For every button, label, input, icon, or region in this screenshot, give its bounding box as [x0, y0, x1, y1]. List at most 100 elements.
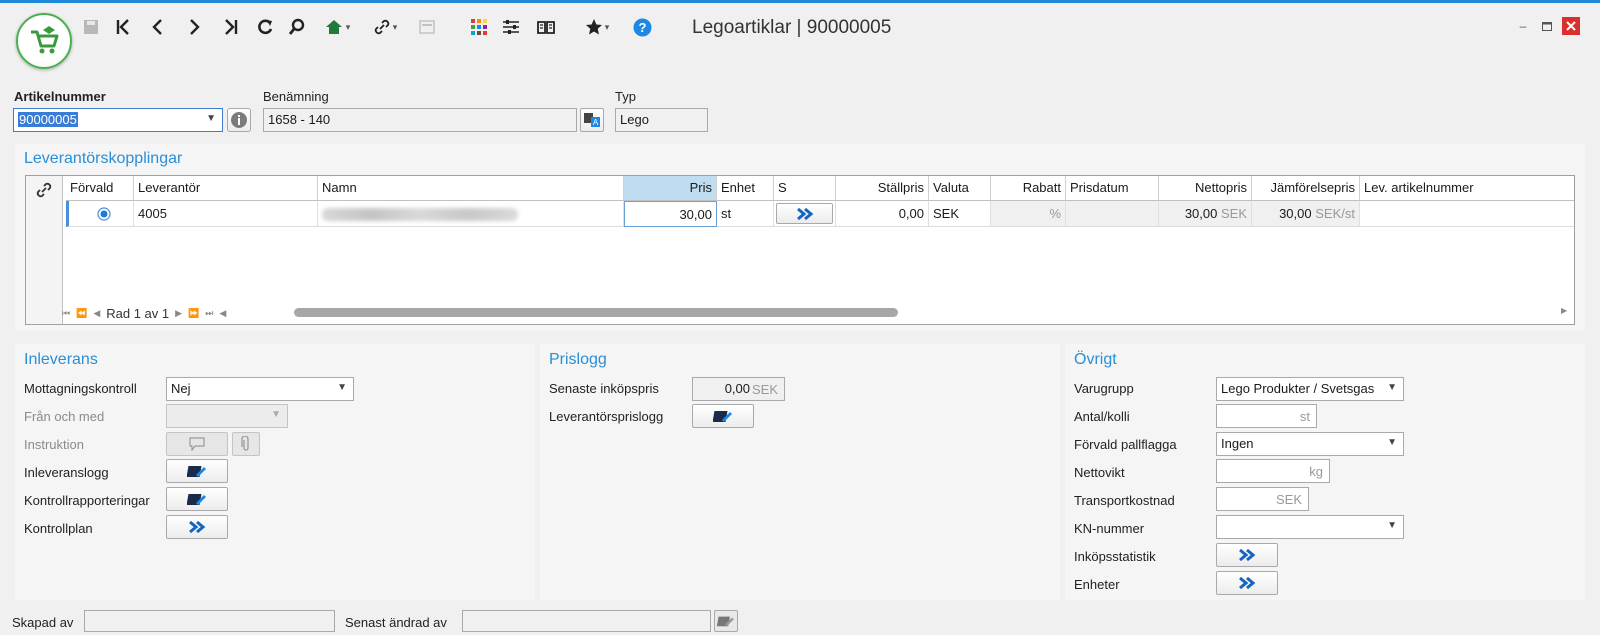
inleverans-title: Inleverans	[24, 351, 98, 368]
details-button[interactable]	[776, 203, 833, 224]
product-group-select[interactable]: Lego Produkter / Svetsgas ▼	[1216, 377, 1404, 401]
pager-last-icon[interactable]: ⏭	[205, 308, 213, 319]
apps-grid-icon[interactable]	[470, 15, 488, 39]
help-icon[interactable]: ?	[632, 15, 652, 39]
col-header-currency[interactable]: Valuta	[929, 176, 991, 201]
col-header-supplier[interactable]: Leverantör	[134, 176, 318, 201]
price-date-cell[interactable]	[1066, 201, 1159, 227]
first-record-icon[interactable]	[114, 15, 132, 39]
col-header-discount[interactable]: Rabatt	[991, 176, 1066, 201]
kn-number-select[interactable]: ▼	[1216, 515, 1404, 539]
col-header-unit[interactable]: Enhet	[717, 176, 774, 201]
net-price-unit: SEK	[1220, 206, 1247, 221]
close-icon[interactable]	[1562, 17, 1580, 35]
supplier-name-cell[interactable]	[318, 201, 624, 227]
translate-button[interactable]: A	[580, 108, 604, 132]
net-price-cell[interactable]: 30,00 SEK	[1159, 201, 1252, 227]
chevron-down-icon[interactable]: ▼	[337, 382, 347, 393]
transport-cost-input[interactable]: SEK	[1216, 487, 1309, 511]
receipt-control-select[interactable]: Nej ▼	[166, 377, 354, 401]
window-title: Legoartiklar | 90000005	[692, 17, 892, 38]
settings-sliders-icon[interactable]	[502, 15, 520, 39]
maximize-icon[interactable]	[1538, 17, 1556, 35]
grid-pager: ⏮ ⏪ ◀ Rad 1 av 1 ▶ ⏩ ⏭ ◀	[62, 303, 226, 323]
type-input[interactable]: Lego	[615, 108, 708, 132]
chevron-down-icon[interactable]: ▼	[1387, 437, 1397, 448]
last-record-icon[interactable]	[222, 15, 240, 39]
book-icon[interactable]	[536, 15, 556, 39]
qty-per-package-input[interactable]: st	[1216, 404, 1317, 428]
delivery-log-label: Inleveranslogg	[24, 465, 109, 480]
unit-cell[interactable]: st	[717, 201, 774, 227]
pallet-flag-select[interactable]: Ingen ▼	[1216, 432, 1404, 456]
link-icon[interactable]: ▾	[368, 15, 402, 39]
modified-by-log-button[interactable]	[714, 610, 738, 632]
receipt-control-label: Mottagningskontroll	[24, 381, 137, 396]
edit-log-icon	[187, 494, 206, 505]
save-icon[interactable]	[82, 15, 100, 39]
col-header-price-date[interactable]: Prisdatum	[1066, 176, 1159, 201]
next-icon[interactable]	[186, 15, 204, 39]
col-header-price[interactable]: Pris	[624, 176, 717, 201]
pallet-flag-label: Förvald pallflagga	[1074, 437, 1177, 452]
net-weight-input[interactable]: kg	[1216, 459, 1330, 483]
radio-selected[interactable]	[97, 207, 111, 221]
previous-icon[interactable]	[148, 15, 166, 39]
col-header-supplier-article-number[interactable]: Lev. artikelnummer	[1360, 176, 1574, 201]
units-button[interactable]	[1216, 571, 1278, 595]
col-header-s[interactable]: S	[774, 176, 836, 201]
refresh-icon[interactable]	[256, 15, 274, 39]
edit-log-icon	[187, 466, 206, 477]
search-icon[interactable]	[288, 15, 306, 39]
horizontal-scrollbar[interactable]	[294, 308, 898, 317]
s-cell[interactable]	[774, 201, 836, 227]
pager-next-icon[interactable]: ▶	[175, 308, 182, 319]
app-logo[interactable]	[16, 13, 72, 69]
units-label: Enheter	[1074, 577, 1120, 592]
link-icon[interactable]	[35, 181, 53, 199]
setup-price-cell[interactable]: 0,00	[836, 201, 929, 227]
chevron-down-icon[interactable]: ▼	[1387, 382, 1397, 393]
qty-per-package-label: Antal/kolli	[1074, 409, 1130, 424]
chevron-down-icon[interactable]: ▼	[1387, 520, 1397, 531]
purchase-stats-button[interactable]	[1216, 543, 1278, 567]
chevron-down-icon[interactable]: ▼	[206, 113, 216, 124]
compare-price-unit: SEK/st	[1315, 206, 1355, 221]
home-icon[interactable]: ▾	[320, 15, 354, 39]
supplier-cell[interactable]: 4005	[134, 201, 318, 227]
pager-first-icon[interactable]: ⏮	[62, 308, 70, 319]
currency-cell[interactable]: SEK	[929, 201, 991, 227]
pager-next-page-icon[interactable]: ⏩	[188, 308, 199, 319]
delivery-log-button[interactable]	[166, 459, 228, 483]
suppliers-grid: Förvald Leverantör Namn Pris Enhet S Stä…	[25, 175, 1575, 325]
col-header-setup-price[interactable]: Ställpris	[836, 176, 929, 201]
col-header-name[interactable]: Namn	[318, 176, 624, 201]
pager-prev-page-icon[interactable]: ⏪	[76, 308, 87, 319]
name-input[interactable]: 1658 - 140	[263, 108, 577, 132]
col-header-default[interactable]: Förvald	[66, 176, 134, 201]
price-cell[interactable]: 30,00	[624, 201, 717, 227]
supplier-price-log-button[interactable]	[692, 404, 754, 428]
info-button[interactable]	[227, 108, 251, 132]
product-group-label: Varugrupp	[1074, 381, 1134, 396]
last-price-unit: SEK	[751, 382, 778, 397]
minimize-icon[interactable]: –	[1514, 17, 1532, 35]
edit-log-icon	[717, 616, 734, 627]
instruction-label: Instruktion	[24, 437, 84, 452]
control-plan-button[interactable]	[166, 515, 228, 539]
compare-price-cell[interactable]: 30,00 SEK/st	[1252, 201, 1360, 227]
created-by-label: Skapad av	[12, 615, 74, 630]
scroll-right-icon[interactable]: ▶	[1561, 306, 1567, 315]
discount-cell[interactable]: %	[991, 201, 1066, 227]
supplier-article-number-cell[interactable]	[1360, 201, 1574, 227]
star-icon[interactable]: ▾	[580, 15, 614, 39]
article-number-input[interactable]: 90000005 ▼	[13, 108, 223, 132]
created-by-field	[84, 610, 335, 632]
scroll-left-icon[interactable]: ◀	[219, 308, 226, 319]
prislogg-title: Prislogg	[549, 351, 607, 368]
default-radio-cell[interactable]	[66, 201, 134, 227]
control-reports-button[interactable]	[166, 487, 228, 511]
col-header-net-price[interactable]: Nettopris	[1159, 176, 1252, 201]
col-header-compare-price[interactable]: Jämförelsepris	[1252, 176, 1360, 201]
pager-prev-icon[interactable]: ◀	[93, 308, 100, 319]
